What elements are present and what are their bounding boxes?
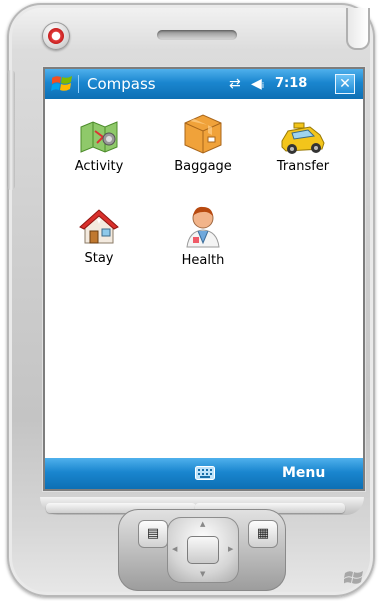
dpad-down-arrow-icon: ▼ bbox=[200, 570, 206, 578]
app-stay[interactable]: Stay bbox=[59, 207, 139, 267]
doctor-icon bbox=[186, 206, 220, 248]
windows-logo-icon bbox=[344, 571, 363, 584]
contacts-hardware-button[interactable]: ▤ bbox=[138, 520, 168, 548]
menu-soft-key[interactable]: Menu bbox=[282, 464, 325, 482]
map-activity-icon bbox=[80, 121, 118, 153]
app-label: Transfer bbox=[276, 159, 330, 174]
app-grid: Activity Baggage Transfer Stay Health bbox=[45, 99, 363, 455]
dpad-action-button[interactable] bbox=[187, 536, 219, 564]
speaker-volume-icon[interactable]: ◀ᵢ bbox=[251, 75, 264, 93]
app-label: Stay bbox=[84, 251, 114, 266]
app-health[interactable]: Health bbox=[163, 203, 243, 269]
package-box-icon bbox=[184, 114, 222, 154]
keyboard-icon[interactable] bbox=[195, 466, 215, 480]
windows-start-icon[interactable] bbox=[51, 74, 73, 94]
dpad-left-arrow-icon: ◀ bbox=[172, 545, 178, 553]
clock[interactable]: 7:18 bbox=[275, 75, 307, 93]
stylus-slot bbox=[346, 8, 370, 50]
taxi-car-icon bbox=[281, 122, 325, 154]
app-label: Activity bbox=[74, 159, 124, 174]
power-icon bbox=[48, 28, 64, 44]
app-transfer[interactable]: Transfer bbox=[263, 117, 343, 175]
app-label: Health bbox=[181, 253, 225, 268]
app-activity[interactable]: Activity bbox=[59, 117, 139, 175]
dpad-right-arrow-icon: ▶ bbox=[228, 545, 234, 553]
title-separator bbox=[78, 75, 79, 93]
dpad-up-arrow-icon: ▲ bbox=[200, 520, 206, 528]
soft-key-bar: Menu bbox=[45, 458, 363, 489]
power-button[interactable] bbox=[42, 22, 70, 50]
app-label: Baggage bbox=[174, 159, 232, 174]
house-icon bbox=[79, 209, 119, 244]
device-screen: Compass ⇄ ◀ᵢ 7:18 ✕ Activity Baggage Tra… bbox=[45, 69, 363, 489]
earpiece-speaker bbox=[157, 30, 237, 40]
close-button[interactable]: ✕ bbox=[335, 74, 355, 94]
calendar-hardware-button[interactable]: ▦ bbox=[248, 520, 278, 548]
app-baggage[interactable]: Baggage bbox=[163, 111, 243, 175]
connectivity-icon[interactable]: ⇄ bbox=[229, 75, 241, 93]
title-bar: Compass ⇄ ◀ᵢ 7:18 ✕ bbox=[45, 69, 363, 99]
side-button-strip[interactable] bbox=[7, 70, 15, 190]
app-title: Compass bbox=[87, 75, 156, 93]
